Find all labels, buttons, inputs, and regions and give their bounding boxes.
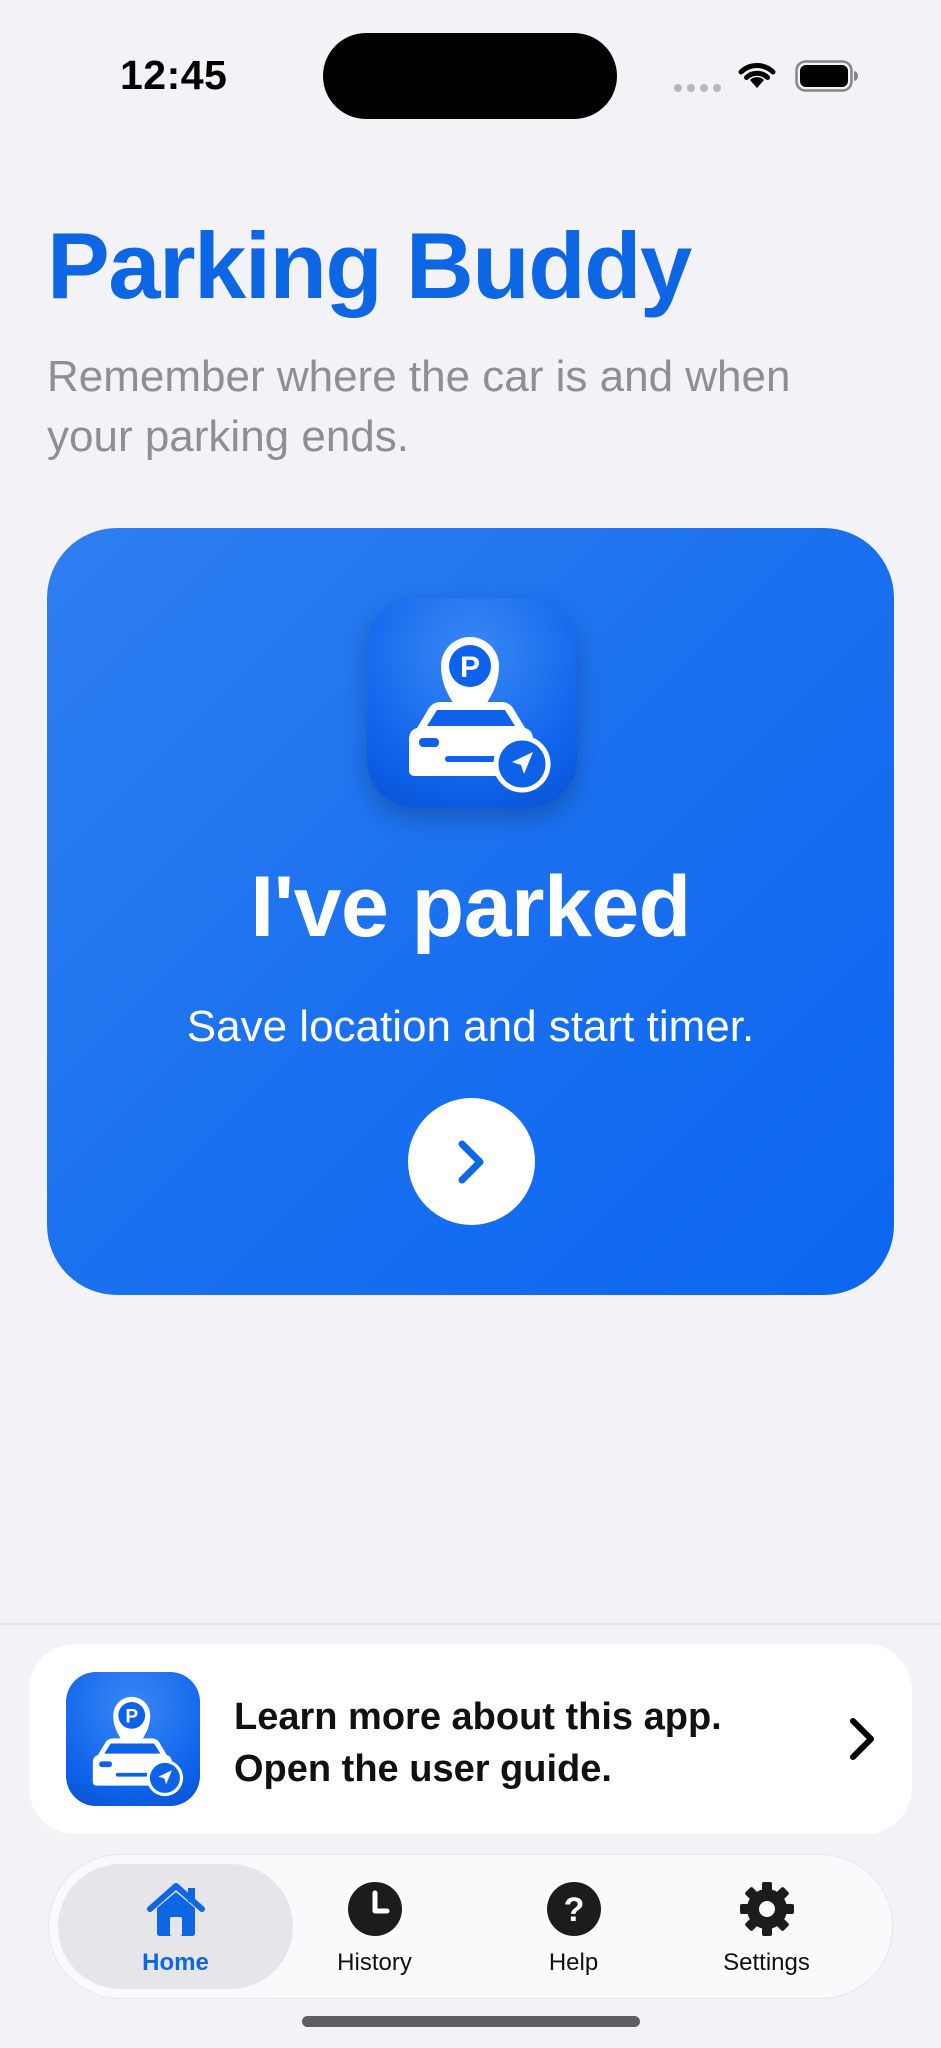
svg-text:P: P	[125, 1706, 138, 1727]
parking-car-location-icon: P	[66, 1672, 200, 1806]
house-icon	[147, 1883, 205, 1936]
user-guide-line-2: Open the user guide.	[234, 1748, 612, 1790]
user-guide-banner[interactable]: P Learn more about this app. Open the us…	[29, 1644, 912, 1834]
page-subtitle: Remember where the car is and when your …	[47, 352, 791, 461]
clock-icon	[348, 1882, 402, 1936]
question-icon: ?	[547, 1882, 601, 1936]
ive-parked-card[interactable]: P I've parked Save location and start ti…	[47, 528, 894, 1295]
cellular-signal-icon	[674, 84, 721, 92]
gear-icon	[740, 1882, 794, 1936]
user-guide-line-1: Learn more about this app.	[234, 1696, 722, 1738]
divider	[0, 1623, 941, 1625]
tab-bar: Home History ? Help Settings	[49, 1855, 892, 1998]
chevron-right-icon	[850, 1718, 874, 1760]
tab-settings-label: Settings	[723, 1949, 810, 1976]
status-time: 12:45	[120, 52, 228, 98]
parking-car-location-icon: P	[367, 598, 577, 808]
svg-text:?: ?	[564, 1891, 585, 1929]
wifi-icon	[738, 63, 776, 88]
user-guide-text: Learn more about this app. Open the user…	[234, 1691, 722, 1795]
start-parking-button[interactable]	[408, 1098, 535, 1225]
svg-text:P: P	[460, 651, 480, 684]
dynamic-island	[323, 33, 617, 119]
card-subtitle: Save location and start timer.	[186, 1002, 755, 1051]
battery-icon	[795, 60, 858, 92]
tab-settings[interactable]: Settings	[649, 1864, 884, 1989]
page-title: Parking Buddy	[47, 213, 692, 318]
chevron-right-icon	[458, 1140, 484, 1184]
card-title: I've parked	[250, 859, 691, 955]
home-indicator[interactable]	[302, 2016, 640, 2027]
